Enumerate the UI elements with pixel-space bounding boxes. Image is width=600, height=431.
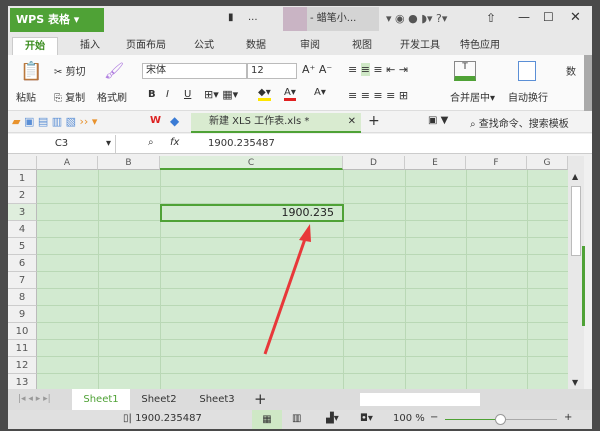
cut-label: 剪切 — [65, 67, 86, 78]
menu-tabs: 开始 插入 页面布局 公式 数据 审阅 视图 开发工具 特色应用 — [8, 33, 592, 55]
scroll-down-icon[interactable]: ▼ — [572, 378, 578, 387]
user-name: - 蜡笔小... — [310, 13, 357, 24]
formula-bar: C3 ▾ ⌕ fx 1900.235487 — [8, 134, 592, 154]
sheet-tab-2[interactable]: Sheet2 — [130, 389, 188, 410]
maximize-button[interactable]: ☐ — [543, 10, 554, 24]
ribbon-scroll[interactable] — [584, 55, 592, 111]
wrap-icon[interactable] — [518, 61, 536, 81]
reading-mode-button[interactable]: ◘▾ — [360, 413, 373, 424]
close-tab-icon[interactable]: ✕ — [348, 113, 356, 131]
scroll-accent — [582, 246, 585, 326]
bold-button[interactable]: B — [148, 89, 156, 100]
sheet-tab-1[interactable]: Sheet1 — [72, 389, 130, 410]
align-vertical-icons[interactable]: ≡ ≡ ≡ ⇤ ⇥ — [348, 63, 408, 76]
zoom-slider[interactable] — [445, 414, 557, 425]
tab-review[interactable]: 审阅 — [300, 37, 320, 55]
title-bar: WPS 表格 ▾ ▮ ... - 蜡笔小... ▾ ◉ ● ◗▾ ?▾ ⇧ — … — [8, 6, 592, 33]
status-sum: ▯| 1900.235487 — [123, 413, 202, 424]
wrap-text-button[interactable]: 自动换行 — [508, 89, 548, 104]
zoom-out-button[interactable]: − — [430, 412, 438, 423]
close-button[interactable]: ✕ — [570, 10, 581, 25]
status-bar: ▯| 1900.235487 ▦ ▥ ▟▾ ◘▾ 100 % − + — [8, 410, 592, 429]
zoom-in-button[interactable]: + — [564, 412, 572, 423]
document-tab[interactable]: 新建 XLS 工作表.xls * ✕ — [191, 113, 361, 133]
sheet-tab-3[interactable]: Sheet3 — [188, 389, 246, 410]
border-icons[interactable]: ⊞▾ ▦▾ — [204, 88, 238, 101]
font-size-select[interactable]: 12 — [247, 63, 297, 79]
number-format-button[interactable]: 数 — [566, 63, 576, 78]
tab-page-layout[interactable]: 页面布局 — [126, 37, 166, 55]
page-break-view-button[interactable]: ▥ — [292, 413, 301, 424]
cell-ref: C3 — [54, 138, 69, 149]
paste-icon[interactable]: 📋 — [20, 61, 42, 82]
spreadsheet-grid[interactable]: A B C D E F G 1 2 3 4 5 6 7 8 9 10 11 12 13 1900.235 — [8, 156, 568, 389]
cube-icon[interactable]: ◆ — [170, 114, 179, 128]
doc-icon: ▮ — [228, 12, 234, 23]
merge-label: 合并居中 — [450, 93, 490, 104]
sheet-nav-icons[interactable]: |◂ ◂ ▸ ▸| — [18, 394, 51, 404]
fx-button[interactable]: fx — [170, 137, 179, 148]
annotation-arrow — [263, 224, 311, 355]
doc-tab-label: 新建 XLS 工作表.xls * — [209, 116, 310, 127]
underline-button[interactable]: U — [184, 89, 191, 100]
search-command[interactable]: ⌕ 查找命令、搜索模板 — [470, 115, 569, 130]
wps-menu-button[interactable]: WPS 表格 ▾ — [10, 8, 104, 32]
format-painter-icon[interactable]: 🖌 — [104, 61, 124, 80]
search-label: 查找命令、搜索模板 — [478, 119, 569, 130]
ribbon: 📋 粘贴 ✂ 剪切 ⎘ 复制 🖌 格式刷 宋体 12 A⁺ A⁻ B I U ⊞… — [8, 55, 592, 111]
normal-view-button[interactable]: ▦ — [252, 410, 282, 429]
tab-view[interactable]: 视图 — [352, 37, 372, 55]
tab-data[interactable]: 数据 — [246, 37, 266, 55]
name-box[interactable]: C3 ▾ — [8, 135, 116, 153]
zoom-slider-thumb[interactable] — [495, 414, 506, 425]
font-select[interactable]: 宋体 — [142, 63, 247, 79]
tab-home[interactable]: 开始 — [12, 37, 58, 55]
page-layout-button[interactable]: ▟▾ — [326, 413, 339, 424]
quick-access-icons[interactable]: ▰ ▣ ▤ ▥ ▧ ›› ▾ — [12, 115, 97, 128]
misc-icons[interactable]: ▣ ▼ — [428, 115, 448, 126]
align-horizontal-icons[interactable]: ≡ ≡ ≡ ≡ ⊞ — [348, 89, 408, 102]
restore-ribbon-icon[interactable]: ⇧ — [486, 11, 496, 25]
fill-color-icon[interactable]: ◆▾ — [258, 87, 271, 101]
toolbar-icons[interactable]: ▾ ◉ ● ◗▾ ?▾ — [386, 12, 447, 25]
horizontal-scrollbar[interactable] — [360, 393, 480, 406]
vertical-scrollbar[interactable]: ▲ ▼ — [568, 156, 585, 389]
merge-icon[interactable]: T — [454, 61, 476, 81]
scroll-thumb[interactable] — [571, 186, 581, 256]
avatar[interactable] — [283, 7, 307, 31]
user-button[interactable]: - 蜡笔小... — [307, 7, 379, 31]
copy-label: 复制 — [65, 93, 86, 104]
paste-button[interactable]: 粘贴 — [16, 89, 36, 104]
add-sheet-icon[interactable]: + — [254, 390, 267, 408]
copy-button[interactable]: ⎘ 复制 — [54, 89, 85, 104]
quick-access-bar: ▰ ▣ ▤ ▥ ▧ ›› ▾ W ◆ 新建 XLS 工作表.xls * ✕ + ▣… — [8, 111, 592, 133]
cut-button[interactable]: ✂ 剪切 — [54, 63, 86, 78]
font-color-icon[interactable]: A▾ — [284, 87, 296, 101]
italic-button[interactable]: I — [166, 89, 169, 100]
minimize-button[interactable]: — — [518, 10, 530, 24]
tab-special[interactable]: 特色应用 — [460, 37, 500, 55]
ellipsis: ... — [248, 12, 258, 23]
tab-formula[interactable]: 公式 — [194, 37, 214, 55]
merge-center-button[interactable]: 合并居中▾ — [450, 89, 495, 104]
tab-developer[interactable]: 开发工具 — [400, 37, 440, 55]
wps-window: WPS 表格 ▾ ▮ ... - 蜡笔小... ▾ ◉ ● ◗▾ ?▾ ⇧ — … — [8, 6, 592, 429]
font-grow-shrink-icon[interactable]: A⁺ A⁻ — [302, 63, 332, 76]
wps-logo-icon[interactable]: W — [150, 115, 161, 126]
clear-format-icon[interactable]: A▾ — [314, 87, 326, 98]
new-tab-icon[interactable]: + — [368, 113, 380, 129]
formula-input[interactable]: 1900.235487 — [198, 134, 592, 154]
zoom-level: 100 % — [393, 413, 425, 424]
format-painter-button[interactable]: 格式刷 — [97, 89, 127, 104]
sheet-tabs-bar: |◂ ◂ ▸ ▸| Sheet1 Sheet2 Sheet3 + — [8, 389, 592, 410]
status-value: 1900.235487 — [135, 413, 202, 424]
app-logo: WPS 表格 — [16, 13, 70, 26]
tab-insert[interactable]: 插入 — [80, 37, 100, 55]
scroll-up-icon[interactable]: ▲ — [572, 172, 578, 181]
zoom-icon[interactable]: ⌕ — [148, 137, 154, 148]
